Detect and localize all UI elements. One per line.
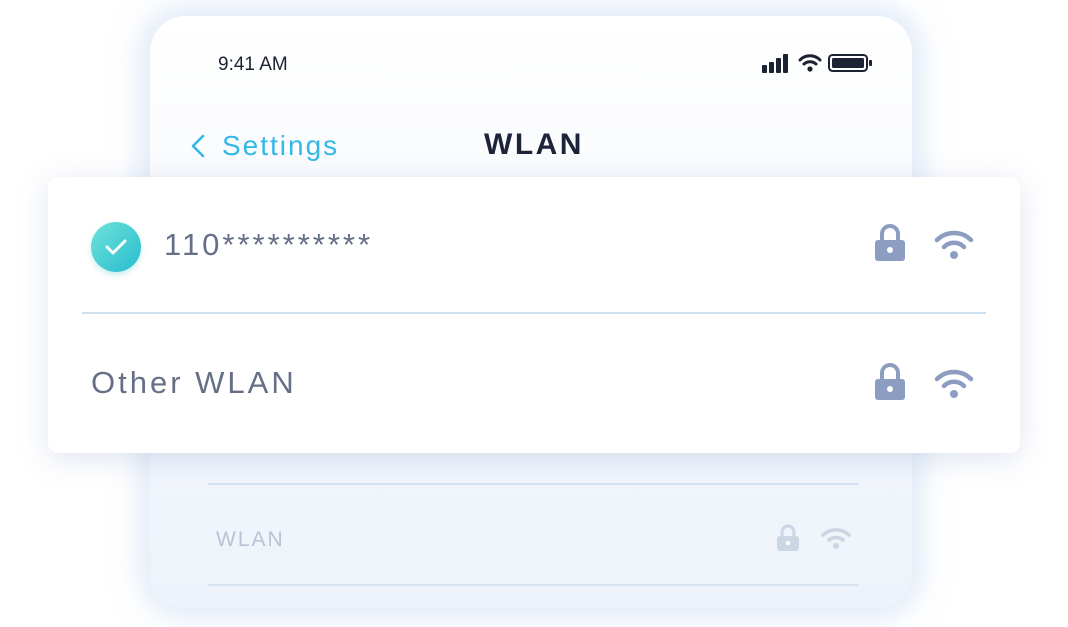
row-divider (82, 312, 986, 314)
lock-icon (875, 224, 905, 267)
network-name-connected[interactable]: 110********** (164, 227, 373, 263)
list-item-wlan[interactable]: WLAN (216, 528, 285, 552)
battery-icon (828, 52, 874, 74)
chevron-left-icon (190, 133, 210, 159)
status-icons (762, 52, 874, 74)
wifi-signal-icon (934, 227, 974, 268)
back-button-label: Settings (222, 130, 340, 161)
wifi-signal-icon (934, 366, 974, 407)
network-name-other[interactable]: Other WLAN (91, 365, 297, 401)
status-time: 9:41 AM (218, 54, 288, 75)
list-divider (208, 483, 859, 485)
wifi-icon (798, 52, 822, 74)
signal-icon (762, 52, 790, 74)
lock-icon (875, 363, 905, 406)
wlan-network-list: 110********** Other WLAN (48, 177, 1020, 453)
page-title: WLAN (484, 128, 584, 161)
back-button[interactable]: Settings (190, 128, 339, 164)
lock-icon (776, 524, 800, 557)
wifi-signal-icon (820, 524, 852, 557)
checkmark-icon (91, 222, 141, 272)
list-divider (208, 584, 859, 586)
